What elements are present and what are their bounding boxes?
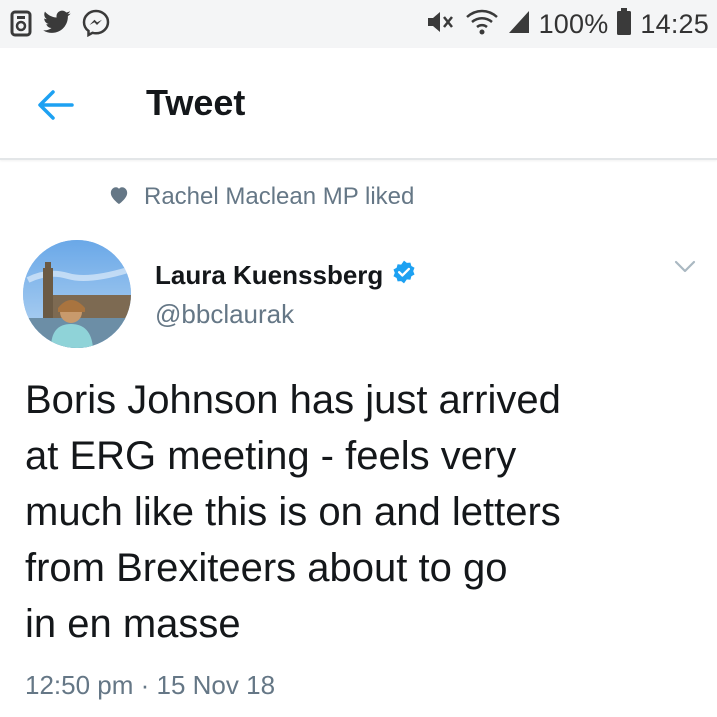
messenger-icon	[82, 9, 110, 42]
tweet-text-line: from Brexiteers about to go	[25, 546, 508, 590]
more-options-button[interactable]	[672, 256, 698, 276]
battery-icon	[616, 7, 632, 41]
wifi-icon	[465, 8, 499, 41]
mute-icon	[425, 8, 457, 41]
tweet-text: Boris Johnson has just arrived at ERG me…	[25, 372, 695, 652]
author-name[interactable]: Laura Kuenssberg	[155, 259, 417, 292]
status-bar: 100% 14:25	[0, 0, 717, 48]
status-bar-left	[10, 9, 110, 42]
twitter-icon	[42, 10, 72, 41]
notification-icon	[10, 9, 32, 42]
tweet-text-line: in en masse	[25, 602, 241, 646]
back-arrow-icon	[32, 90, 78, 132]
chevron-down-icon	[672, 260, 698, 280]
author-handle[interactable]: @bbclaurak	[155, 299, 294, 330]
verified-badge-icon	[391, 259, 417, 292]
social-context[interactable]: Rachel Maclean MP liked	[108, 183, 414, 211]
signal-icon	[507, 9, 531, 40]
tweet-text-line: at ERG meeting - feels very	[25, 434, 517, 478]
tweet-text-line: much like this is on and letters	[25, 490, 561, 534]
app-header: Tweet	[0, 48, 717, 160]
back-button[interactable]	[32, 82, 78, 128]
battery-percent: 100%	[538, 8, 609, 39]
author-name-text: Laura Kuenssberg	[155, 260, 384, 290]
avatar[interactable]	[23, 240, 131, 348]
heart-icon	[108, 185, 130, 210]
social-context-text: Rachel Maclean MP liked	[144, 183, 415, 210]
clock: 14:25	[640, 8, 709, 39]
tweet-timestamp: 12:50 pm · 15 Nov 18	[25, 670, 276, 700]
page-title: Tweet	[146, 82, 246, 123]
tweet-text-line: Boris Johnson has just arrived	[25, 378, 561, 422]
status-bar-right: 100% 14:25	[425, 6, 709, 42]
